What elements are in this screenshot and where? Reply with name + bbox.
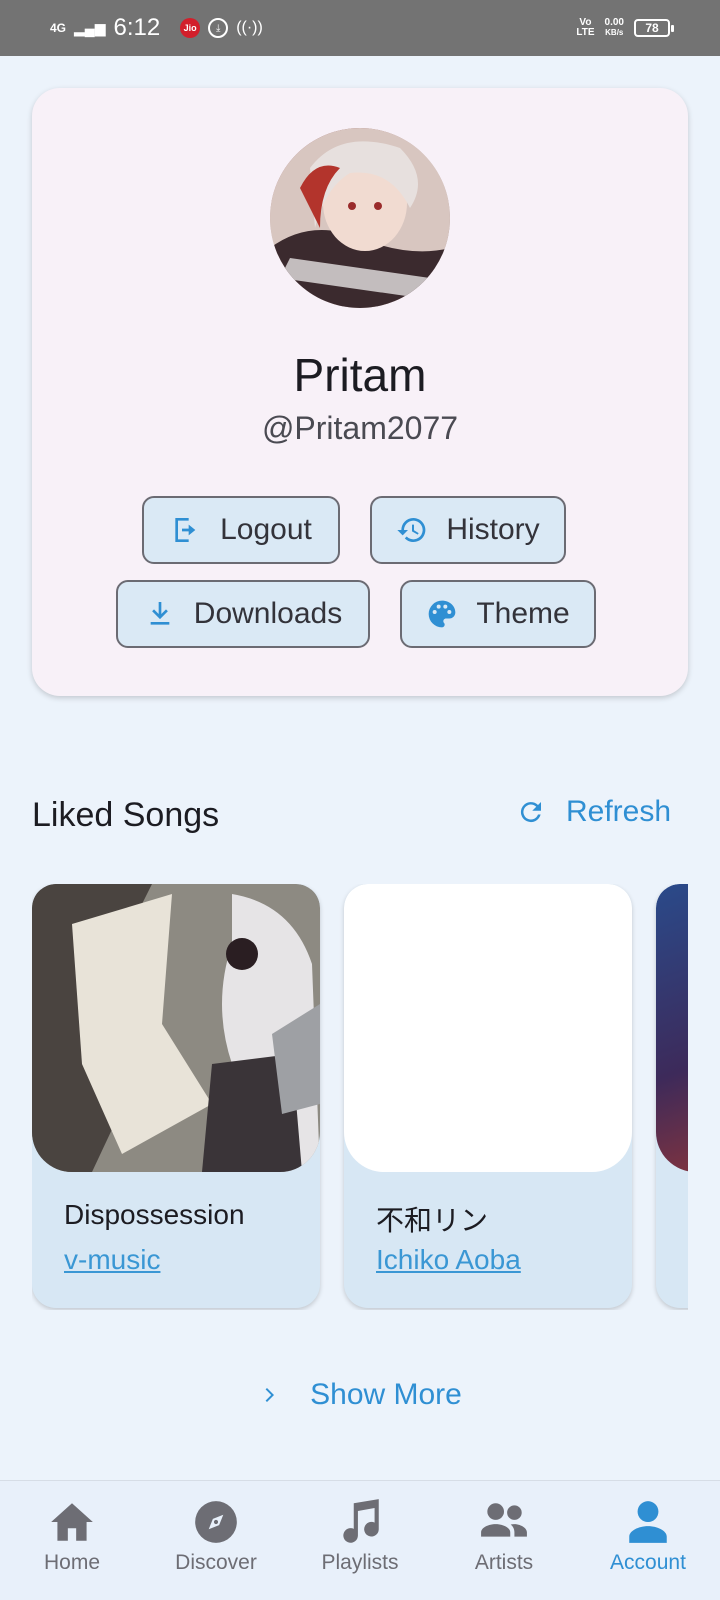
liked-songs-title: Liked Songs [32, 796, 220, 834]
status-bar: 4G ▂▄▆ 6:12 Jio ⤓ ((·)) Vo LTE 0.00 KB/s … [0, 0, 720, 56]
song-artist-link[interactable]: v-music [64, 1244, 160, 1276]
bottom-nav: Home Discover Playlists Artists Account [0, 1480, 720, 1600]
history-button[interactable]: History [370, 496, 566, 564]
net-speed: 0.00 KB/s [604, 17, 624, 38]
nav-item-artists[interactable]: Artists [432, 1481, 576, 1600]
data-saver-icon: ⤓ [208, 18, 229, 38]
profile-name: Pritam [293, 349, 427, 401]
home-icon [51, 1503, 93, 1541]
music-note-icon [343, 1499, 379, 1543]
compass-icon [195, 1501, 237, 1543]
profile-card: Pritam @Pritam2077 Logout History Downlo… [32, 88, 688, 696]
downloads-button[interactable]: Downloads [116, 580, 370, 648]
logout-button[interactable]: Logout [142, 496, 340, 564]
profile-handle: @Pritam2077 [261, 410, 459, 446]
person-icon [629, 1501, 667, 1543]
nav-item-account[interactable]: Account [576, 1481, 720, 1600]
refresh-icon [520, 802, 541, 823]
show-more-button[interactable]: Show More [0, 1378, 720, 1412]
clock: 6:12 [113, 14, 161, 41]
avatar[interactable] [270, 128, 450, 308]
song-card[interactable] [656, 884, 688, 1308]
theme-button[interactable]: Theme [400, 580, 596, 648]
song-artwork [32, 884, 320, 1172]
carrier-icon: Jio [180, 18, 201, 38]
logout-icon [175, 518, 196, 542]
avatar-image [270, 128, 450, 308]
song-title: 不和リン [376, 1205, 489, 1236]
volte-indicator: Vo LTE [576, 17, 595, 38]
song-title: Dispossession [64, 1199, 245, 1230]
song-artwork-image [32, 884, 320, 1172]
people-icon [481, 1503, 527, 1537]
liked-songs-carousel[interactable]: Dispossession v-music 不和リン Ichiko Aoba [32, 884, 688, 1310]
hotspot-icon: ((·)) [236, 19, 263, 36]
battery-icon: 78 [634, 19, 674, 37]
history-icon [397, 517, 426, 542]
palette-icon [428, 600, 456, 628]
song-artist-link[interactable]: Ichiko Aoba [376, 1244, 521, 1276]
song-artwork [344, 884, 632, 1172]
download-icon [150, 602, 170, 625]
refresh-button[interactable]: Refresh [516, 795, 671, 829]
song-card[interactable]: Dispossession v-music [32, 884, 320, 1308]
network-indicator: 4G [50, 20, 67, 35]
nav-item-discover[interactable]: Discover [144, 1481, 288, 1600]
signal-icon: ▂▄▆ [74, 19, 106, 36]
song-card[interactable]: 不和リン Ichiko Aoba [344, 884, 632, 1308]
chevron-right-icon [265, 1388, 275, 1402]
nav-item-home[interactable]: Home [0, 1481, 144, 1600]
song-artwork [656, 884, 688, 1172]
nav-item-playlists[interactable]: Playlists [288, 1481, 432, 1600]
